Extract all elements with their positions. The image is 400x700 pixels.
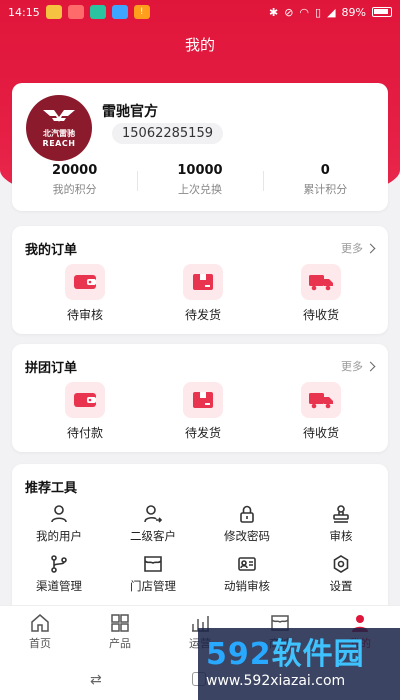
battery-percent: 89% [341, 5, 366, 19]
status-time: 14:15 [8, 5, 40, 19]
order-label: 待收货 [302, 426, 339, 440]
section-title: 拼团订单 [25, 361, 78, 376]
id-card-icon [238, 557, 256, 571]
profile-card: 北汽雷驰 REACH 雷驰官方 15062285159 20000 我的积分 1… [12, 83, 388, 211]
watermark: 592软件园 www.592xiazai.com [198, 628, 400, 700]
gear-icon [333, 555, 349, 573]
battery-icon [372, 7, 392, 17]
grid-icon [111, 614, 129, 632]
stat-value: 10000 [177, 163, 223, 178]
tool-label: 动销审核 [224, 579, 270, 593]
stat-label: 累计积分 [303, 183, 348, 196]
sim-icon: ▯ [315, 5, 322, 19]
tab-products[interactable]: 产品 [80, 606, 160, 660]
user-icon [51, 505, 67, 523]
stat-label: 我的积分 [52, 183, 97, 196]
order-label: 待收货 [302, 308, 339, 322]
user-name: 雷驰官方 [102, 104, 158, 120]
order-pending-receipt[interactable]: 待收货 [262, 264, 380, 323]
status-bar: 14:15 ! ✱ ⊘ ◠ ▯ ◢ 89% [0, 0, 400, 24]
stat-last-exchange[interactable]: 10000 上次兑换 [137, 163, 262, 197]
order-label: 待发货 [184, 308, 221, 322]
group-pending-receipt[interactable]: 待收货 [262, 382, 380, 441]
chevron-right-icon [365, 361, 376, 371]
page-title: 我的 [184, 36, 215, 54]
section-title: 推荐工具 [25, 481, 78, 496]
tool-label: 修改密码 [224, 529, 270, 543]
truck-icon [309, 393, 333, 409]
logo-text-en: REACH [42, 139, 76, 148]
box-icon [193, 392, 213, 408]
tool-settings[interactable]: 设置 [294, 554, 388, 594]
watermark-url: www.592xiazai.com [206, 673, 346, 689]
tab-home[interactable]: 首页 [0, 606, 80, 660]
recommended-tools-card: 推荐工具 我的用户 二级客户 修改密码 审核 渠道管理 门店管理 动销审核 设置 [12, 464, 388, 614]
box-icon [193, 274, 213, 290]
logo-text-cn: 北汽雷驰 [43, 129, 75, 138]
order-label: 待发货 [184, 426, 221, 440]
section-title: 我的订单 [25, 243, 78, 258]
channel-icon [51, 555, 67, 573]
watermark-title: 592软件园 [206, 639, 400, 671]
tool-review[interactable]: 审核 [294, 504, 388, 544]
group-orders-card: 拼团订单 更多 待付款 待发货 待收货 [12, 344, 388, 452]
tool-change-password[interactable]: 修改密码 [200, 504, 294, 544]
my-orders-card: 我的订单 更多 待审核 待发货 待收货 [12, 226, 388, 334]
user-phone: 15062285159 [112, 123, 223, 144]
tool-store-management[interactable]: 门店管理 [106, 554, 200, 594]
brand-logo-icon [43, 110, 75, 122]
truck-icon [309, 275, 333, 291]
signal-icon: ◢ [327, 5, 336, 19]
group-orders-more-link[interactable]: 更多 [341, 358, 376, 374]
warning-icon: ! [133, 5, 150, 19]
scan-icon [89, 5, 106, 19]
chevron-right-icon [365, 243, 376, 253]
avatar[interactable]: 北汽雷驰 REACH [26, 95, 92, 161]
wifi-icon: ◠ [299, 5, 310, 19]
more-label: 更多 [341, 360, 363, 373]
mute-icon: ⊘ [284, 5, 294, 19]
stat-value: 0 [320, 163, 330, 178]
stat-value: 20000 [52, 163, 98, 178]
more-label: 更多 [341, 242, 363, 255]
tool-label: 二级客户 [130, 529, 176, 543]
group-pending-payment[interactable]: 待付款 [26, 382, 144, 441]
orders-more-link[interactable]: 更多 [341, 240, 376, 256]
store-icon [144, 556, 162, 572]
tool-sales-review[interactable]: 动销审核 [200, 554, 294, 594]
tool-label: 门店管理 [130, 579, 176, 593]
order-pending-shipment[interactable]: 待发货 [144, 264, 262, 323]
tool-label: 设置 [329, 579, 353, 593]
tool-my-users[interactable]: 我的用户 [12, 504, 106, 544]
lock-icon [240, 505, 254, 523]
tool-secondary-customers[interactable]: 二级客户 [106, 504, 200, 544]
swap-icon[interactable]: ⇄ [90, 672, 102, 688]
wallet-icon [74, 275, 96, 289]
stat-label: 上次兑换 [177, 183, 222, 196]
home-icon [31, 614, 49, 632]
calendar-icon [67, 5, 84, 19]
tool-channel-management[interactable]: 渠道管理 [12, 554, 106, 594]
watermark-brand: 软件园 [271, 637, 365, 672]
wallet-icon [74, 393, 96, 407]
watermark-number: 592 [206, 637, 272, 672]
tool-label: 我的用户 [36, 529, 82, 543]
order-pending-review[interactable]: 待审核 [26, 264, 144, 323]
stat-my-points[interactable]: 20000 我的积分 [12, 163, 137, 197]
tab-label: 产品 [109, 637, 131, 650]
tool-label: 渠道管理 [36, 579, 82, 593]
stamp-icon [333, 505, 349, 523]
order-label: 待审核 [66, 308, 103, 322]
tab-label: 首页 [29, 637, 51, 650]
bluetooth-icon: ✱ [268, 5, 279, 19]
points-stats: 20000 我的积分 10000 上次兑换 0 累计积分 [12, 163, 388, 197]
order-label: 待付款 [66, 426, 103, 440]
group-pending-shipment[interactable]: 待发货 [144, 382, 262, 441]
cloud-icon [111, 5, 128, 19]
tool-label: 审核 [329, 529, 353, 543]
stat-total-points[interactable]: 0 累计积分 [262, 163, 388, 197]
folder-icon [45, 5, 62, 19]
user-arrow-icon [144, 505, 163, 523]
